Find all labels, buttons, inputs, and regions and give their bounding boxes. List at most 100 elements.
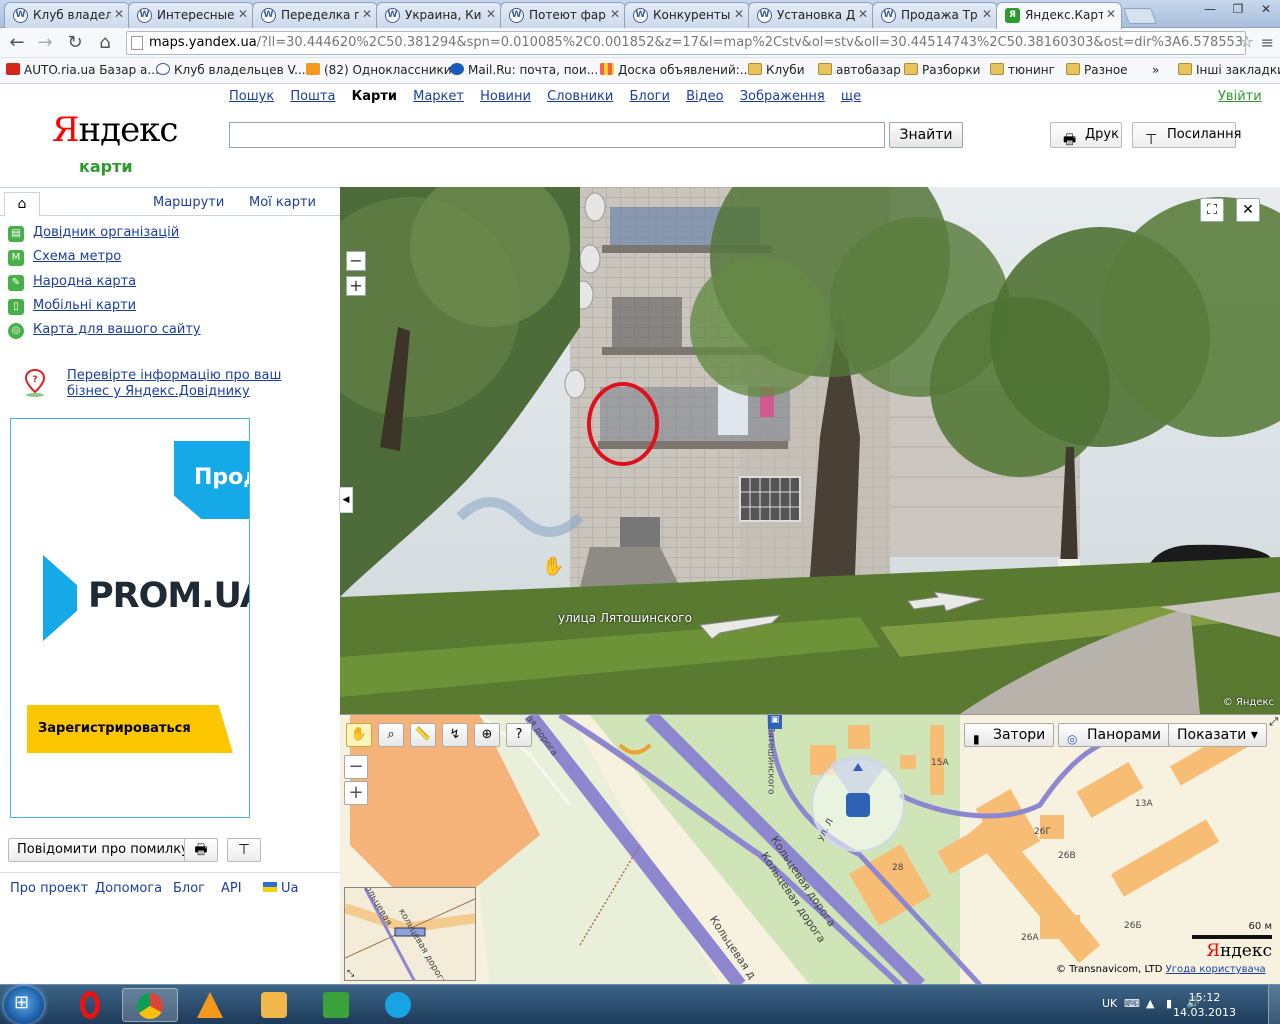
footer-about[interactable]: Про проект <box>10 881 88 896</box>
minimize-icon[interactable]: — <box>1196 0 1224 20</box>
language-indicator[interactable]: UK <box>1102 997 1117 1010</box>
show-dropdown[interactable]: Показати ▾ <box>1168 723 1267 747</box>
browser-tab[interactable]: W Потеют фар ✕ <box>500 2 626 28</box>
link-site-map[interactable]: ◎ Карта для вашого сайту <box>8 322 201 340</box>
bookmark-folder[interactable]: Клуби <box>748 63 805 77</box>
bookmark-folder[interactable]: Разное <box>1066 63 1128 77</box>
nav-mail[interactable]: Пошта <box>290 89 335 104</box>
new-tab-button[interactable] <box>1123 8 1157 24</box>
bookmark-folder[interactable]: автобазар <box>818 63 901 77</box>
reload-icon[interactable]: ↻ <box>64 32 86 54</box>
nav-blogs[interactable]: Блоги <box>629 89 669 104</box>
bookmark-folder[interactable]: тюнинг <box>990 63 1055 77</box>
footer-language[interactable]: Ua <box>263 881 298 896</box>
expand-map-icon[interactable]: ⤢ <box>1269 715 1278 729</box>
map-view[interactable]: ая дорога Кольцевая дорога Кольцевая д К… <box>340 714 1280 984</box>
nav-market[interactable]: Маркет <box>413 89 464 104</box>
close-tab-icon[interactable]: ✕ <box>486 7 496 21</box>
network-icon[interactable]: ▮ <box>1166 997 1172 1010</box>
link-mobile[interactable]: ▯ Мобільні карти <box>8 298 136 316</box>
close-tab-icon[interactable]: ✕ <box>362 7 372 21</box>
utorrent-icon[interactable] <box>308 988 364 1022</box>
close-window-icon[interactable]: ✕ <box>1252 0 1280 20</box>
yandex-logo[interactable]: Яндекс <box>52 110 178 150</box>
print-icon[interactable]: 🖶 <box>184 838 218 862</box>
bookmark-item[interactable]: Mail.Ru: почта, пои... <box>450 63 598 77</box>
close-panorama-icon[interactable]: ✕ <box>1236 198 1260 222</box>
bookmark-star-icon[interactable]: ☆ <box>1240 32 1254 51</box>
bookmark-folder[interactable]: Разборки <box>904 63 980 77</box>
bookmark-item[interactable]: Клуб владельцев V... <box>156 63 306 77</box>
address-bar[interactable]: maps.yandex.ua/?ll=30.444620%2C50.381294… <box>126 31 1246 55</box>
find-button[interactable]: Знайти <box>889 122 963 148</box>
close-tab-icon[interactable]: ✕ <box>238 7 248 21</box>
search-input[interactable] <box>229 122 885 148</box>
home-tab-icon[interactable]: ⌂ <box>4 192 40 217</box>
browser-tab[interactable]: W Установка Д ✕ <box>748 2 874 28</box>
skype-icon[interactable] <box>370 988 426 1022</box>
start-button[interactable] <box>4 986 44 1024</box>
forward-icon[interactable]: → <box>34 32 56 54</box>
close-tab-icon[interactable]: ✕ <box>610 7 620 21</box>
nav-more[interactable]: ще <box>841 89 861 104</box>
terms-link[interactable]: Угода користувача <box>1166 964 1266 975</box>
ruler-tool-icon[interactable]: 📏 <box>410 723 436 747</box>
link-people-map[interactable]: ✎ Народна карта <box>8 274 136 292</box>
opera-icon[interactable] <box>62 988 118 1022</box>
browser-tab-active[interactable]: Я Яндекс.Карт ✕ <box>996 2 1122 29</box>
tab-my-maps[interactable]: Мої карти <box>249 195 316 210</box>
nav-images[interactable]: Зображення <box>740 89 825 104</box>
print-button[interactable]: 🖶 Друк <box>1050 122 1122 148</box>
hand-tool-icon[interactable]: ✋ <box>346 723 372 747</box>
map-zoom-out-button[interactable]: − <box>344 755 368 779</box>
chrome-menu-icon[interactable]: ≡ <box>1261 33 1274 52</box>
close-tab-icon[interactable]: ✕ <box>858 7 868 21</box>
link-icon[interactable]: ⊤ <box>227 838 261 862</box>
traffic-button[interactable]: ▮ Затори <box>964 723 1055 747</box>
ad-register-button[interactable]: Зарегистрироваться <box>27 705 233 753</box>
show-desktop-button[interactable] <box>1268 985 1280 1024</box>
report-error-button[interactable]: Повідомити про помилку <box>8 838 198 862</box>
magnifier-tool-icon[interactable]: ⌕ <box>378 723 404 747</box>
panorama-zoom-out-button[interactable]: − <box>346 251 366 271</box>
prom-ua-advert[interactable]: Прод PROM.UA Зарегистрироваться <box>10 418 250 818</box>
browser-tab[interactable]: W Интересные ✕ <box>128 2 254 28</box>
bookmark-item[interactable]: AUTO.ria.ua Базар a... <box>6 63 159 77</box>
close-tab-icon[interactable]: ✕ <box>734 7 744 21</box>
login-link[interactable]: Увійти <box>1218 89 1262 104</box>
overview-minimap[interactable]: Кольцевая кольцевая дорога ⤡ <box>344 887 476 981</box>
nav-news[interactable]: Новини <box>480 89 531 104</box>
collapse-panel-button[interactable]: ◀ <box>339 487 353 513</box>
question-tool-icon[interactable]: ? <box>506 723 532 747</box>
minimap-resize-icon[interactable]: ⤡ <box>347 969 354 979</box>
browser-tab[interactable]: W Конкуренты ✕ <box>624 2 750 28</box>
media-player-icon[interactable] <box>246 988 302 1022</box>
bookmarks-overflow[interactable]: » <box>1152 63 1159 77</box>
home-icon[interactable]: ⌂ <box>94 32 116 54</box>
browser-tab[interactable]: W Переделка г ✕ <box>252 2 378 28</box>
nav-search[interactable]: Пошук <box>229 89 274 104</box>
close-tab-icon[interactable]: ✕ <box>1106 7 1116 21</box>
placemark-tool-icon[interactable]: ⊕ <box>474 723 500 747</box>
link-directory[interactable]: ▤ Довідник організацій <box>8 225 179 243</box>
clock[interactable]: 15:12 14.03.2013 <box>1173 990 1236 1020</box>
link-button[interactable]: ⊤ Посилання <box>1132 122 1241 148</box>
tray-arrow-icon[interactable]: ▲ <box>1146 997 1154 1010</box>
other-bookmarks-folder[interactable]: Інші закладки <box>1178 63 1280 77</box>
street-panorama[interactable]: ✋ − + ⛶ ✕ улица Лятошинского © Яндекс <box>340 187 1280 714</box>
browser-tab[interactable]: W Клуб владел ✕ <box>4 2 130 28</box>
aimp-icon[interactable] <box>182 988 238 1022</box>
route-tool-icon[interactable]: ↯ <box>442 723 468 747</box>
bookmark-item[interactable]: Доска объявлений:... <box>600 63 751 77</box>
close-tab-icon[interactable]: ✕ <box>114 7 124 21</box>
close-tab-icon[interactable]: ✕ <box>982 7 992 21</box>
map-zoom-in-button[interactable]: + <box>344 781 368 805</box>
footer-api[interactable]: API <box>221 881 242 896</box>
footer-help[interactable]: Допомога <box>95 881 162 896</box>
chrome-icon[interactable] <box>122 988 178 1022</box>
tab-routes[interactable]: Маршрути <box>153 195 224 210</box>
nav-dictionaries[interactable]: Словники <box>547 89 613 104</box>
link-metro[interactable]: M Схема метро <box>8 249 121 267</box>
bus-stop-icon[interactable]: ▣ <box>768 715 782 729</box>
keyboard-icon[interactable]: ⌨ <box>1124 997 1140 1010</box>
